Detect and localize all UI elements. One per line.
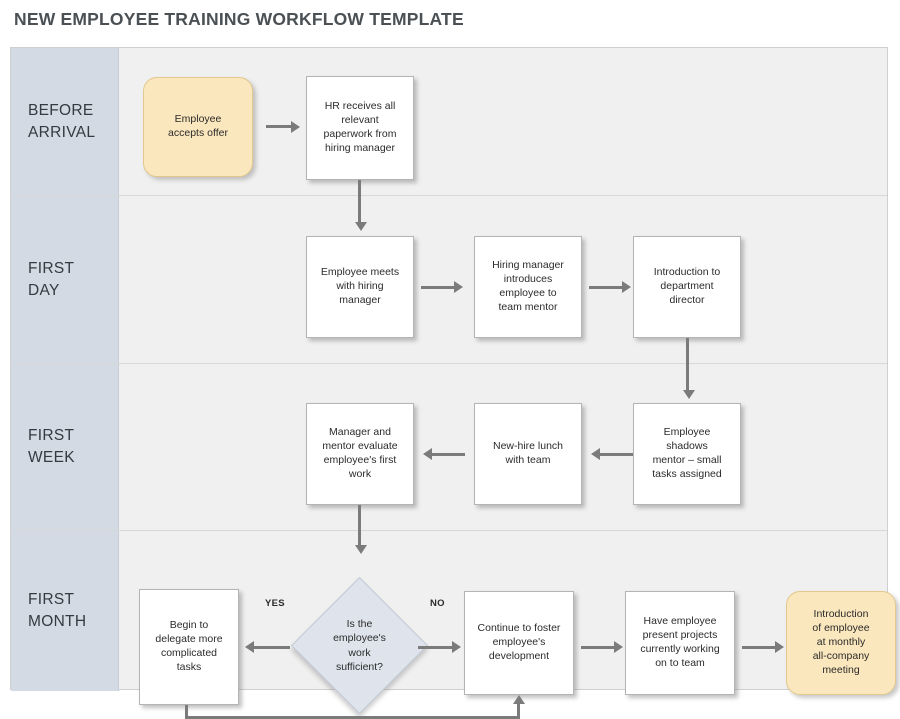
node-label: Employee shadows mentor – small tasks as…	[652, 426, 722, 480]
swimlane-label: FIRST MONTH	[28, 591, 87, 630]
swimlane-label: FIRST WEEK	[28, 427, 75, 466]
swimlane-first-week: FIRST WEEK Manager and mentor evaluate e…	[11, 364, 887, 531]
node-employee-meets-hiring-manager[interactable]: Employee meets with hiring manager	[306, 236, 414, 338]
swimlane-header-first-day: FIRST DAY	[11, 196, 119, 363]
arrowhead-left-icon	[591, 448, 600, 460]
connector-into-employee-meets	[358, 196, 361, 222]
workflow-canvas: BEFORE ARRIVAL Employee accepts offer HR…	[10, 47, 896, 719]
node-employee-shadows-mentor[interactable]: Employee shadows mentor – small tasks as…	[633, 403, 741, 505]
arrowhead-right-icon	[452, 641, 461, 653]
arrowhead-right-icon	[454, 281, 463, 293]
connector-foster-to-present	[581, 645, 614, 649]
node-have-employee-present[interactable]: Have employee present projects currently…	[625, 591, 735, 695]
swimlane-header-before-arrival: BEFORE ARRIVAL	[11, 48, 119, 195]
connector-present-to-intro	[742, 645, 775, 649]
arrowhead-down-icon	[682, 390, 695, 399]
node-manager-mentor-evaluate[interactable]: Manager and mentor evaluate employee's f…	[306, 403, 414, 505]
node-label: Introduction to department director	[653, 266, 721, 306]
arrowhead-right-icon	[614, 641, 623, 653]
arrowhead-right-icon	[622, 281, 631, 293]
node-label: New-hire lunch with team	[492, 440, 564, 466]
node-label: Continue to foster employee's developmen…	[477, 622, 561, 662]
connector-shadows-to-lunch	[600, 452, 633, 456]
connector-evaluate-to-first-month	[358, 505, 361, 531]
swimlane-label: BEFORE ARRIVAL	[28, 101, 96, 141]
connector-meets-to-introduces	[421, 285, 454, 289]
node-label: Manager and mentor evaluate employee's f…	[322, 426, 398, 480]
edge-label-no: NO	[430, 598, 445, 609]
node-employee-accepts-offer[interactable]: Employee accepts offer	[143, 77, 253, 177]
node-label: Is the employee's work sufficient?	[333, 618, 386, 673]
arrowhead-right-icon	[775, 641, 784, 653]
node-hiring-manager-introduces-mentor[interactable]: Hiring manager introduces employee to te…	[474, 236, 582, 338]
swimlane-content-first-week: Manager and mentor evaluate employee's f…	[119, 364, 887, 531]
connector-hr-to-first-day	[358, 180, 361, 196]
swimlane-content-before-arrival: Employee accepts offer HR receives all r…	[119, 48, 887, 196]
node-label: Hiring manager introduces employee to te…	[492, 259, 564, 313]
connector-lunch-to-evaluate	[432, 452, 465, 456]
node-introduction-to-department-director[interactable]: Introduction to department director	[633, 236, 741, 338]
connector-director-to-first-week	[686, 338, 689, 364]
connector-introduces-to-director	[589, 285, 622, 289]
node-label: Employee accepts offer	[168, 113, 228, 139]
swimlane-content-first-day: Employee meets with hiring manager Hirin…	[119, 196, 887, 364]
edge-label-yes: YES	[265, 598, 285, 609]
swimlane-before-arrival: BEFORE ARRIVAL Employee accepts offer HR…	[11, 48, 887, 196]
arrowhead-down-icon	[354, 222, 367, 231]
arrowhead-left-icon	[423, 448, 432, 460]
node-work-sufficient-decision[interactable]: Is the employee's work sufficient?	[290, 576, 429, 715]
connector-decision-yes	[254, 645, 290, 649]
connector-into-employee-shadows	[686, 364, 689, 390]
node-continue-to-foster[interactable]: Continue to foster employee's developmen…	[464, 591, 574, 695]
node-hr-receives-paperwork[interactable]: HR receives all relevant paperwork from …	[306, 76, 414, 180]
swimlane-content-first-month: Begin to delegate more complicated tasks…	[119, 531, 896, 719]
connector-feedback-up	[517, 703, 520, 719]
arrowhead-up-icon	[512, 695, 525, 704]
node-new-hire-lunch[interactable]: New-hire lunch with team	[474, 403, 582, 505]
arrowhead-right-icon	[291, 120, 300, 133]
swimlane-first-day: FIRST DAY Employee meets with hiring man…	[11, 196, 887, 364]
arrowhead-down-icon	[354, 545, 367, 554]
connector-into-decision	[358, 531, 361, 545]
node-label: Begin to delegate more complicated tasks	[155, 619, 223, 673]
swimlane-header-first-week: FIRST WEEK	[11, 364, 119, 530]
swimlane-header-first-month: FIRST MONTH	[11, 531, 119, 691]
node-introduction-at-monthly-meeting[interactable]: Introduction of employee at monthly all-…	[786, 591, 896, 695]
node-label: Employee meets with hiring manager	[320, 266, 400, 306]
arrowhead-left-icon	[245, 641, 254, 653]
connector-decision-no	[418, 645, 452, 649]
page-title: NEW EMPLOYEE TRAINING WORKFLOW TEMPLATE	[14, 9, 464, 29]
node-label: Introduction of employee at monthly all-…	[812, 608, 870, 676]
node-begin-to-delegate[interactable]: Begin to delegate more complicated tasks	[139, 589, 239, 705]
swimlane-label: FIRST DAY	[28, 259, 75, 299]
swimlane-first-month: FIRST MONTH Begin to delegate more compl…	[11, 531, 896, 719]
node-label: HR receives all relevant paperwork from …	[323, 100, 397, 154]
node-label: Have employee present projects currently…	[640, 615, 720, 669]
connector-accepts-to-hr	[266, 125, 291, 128]
